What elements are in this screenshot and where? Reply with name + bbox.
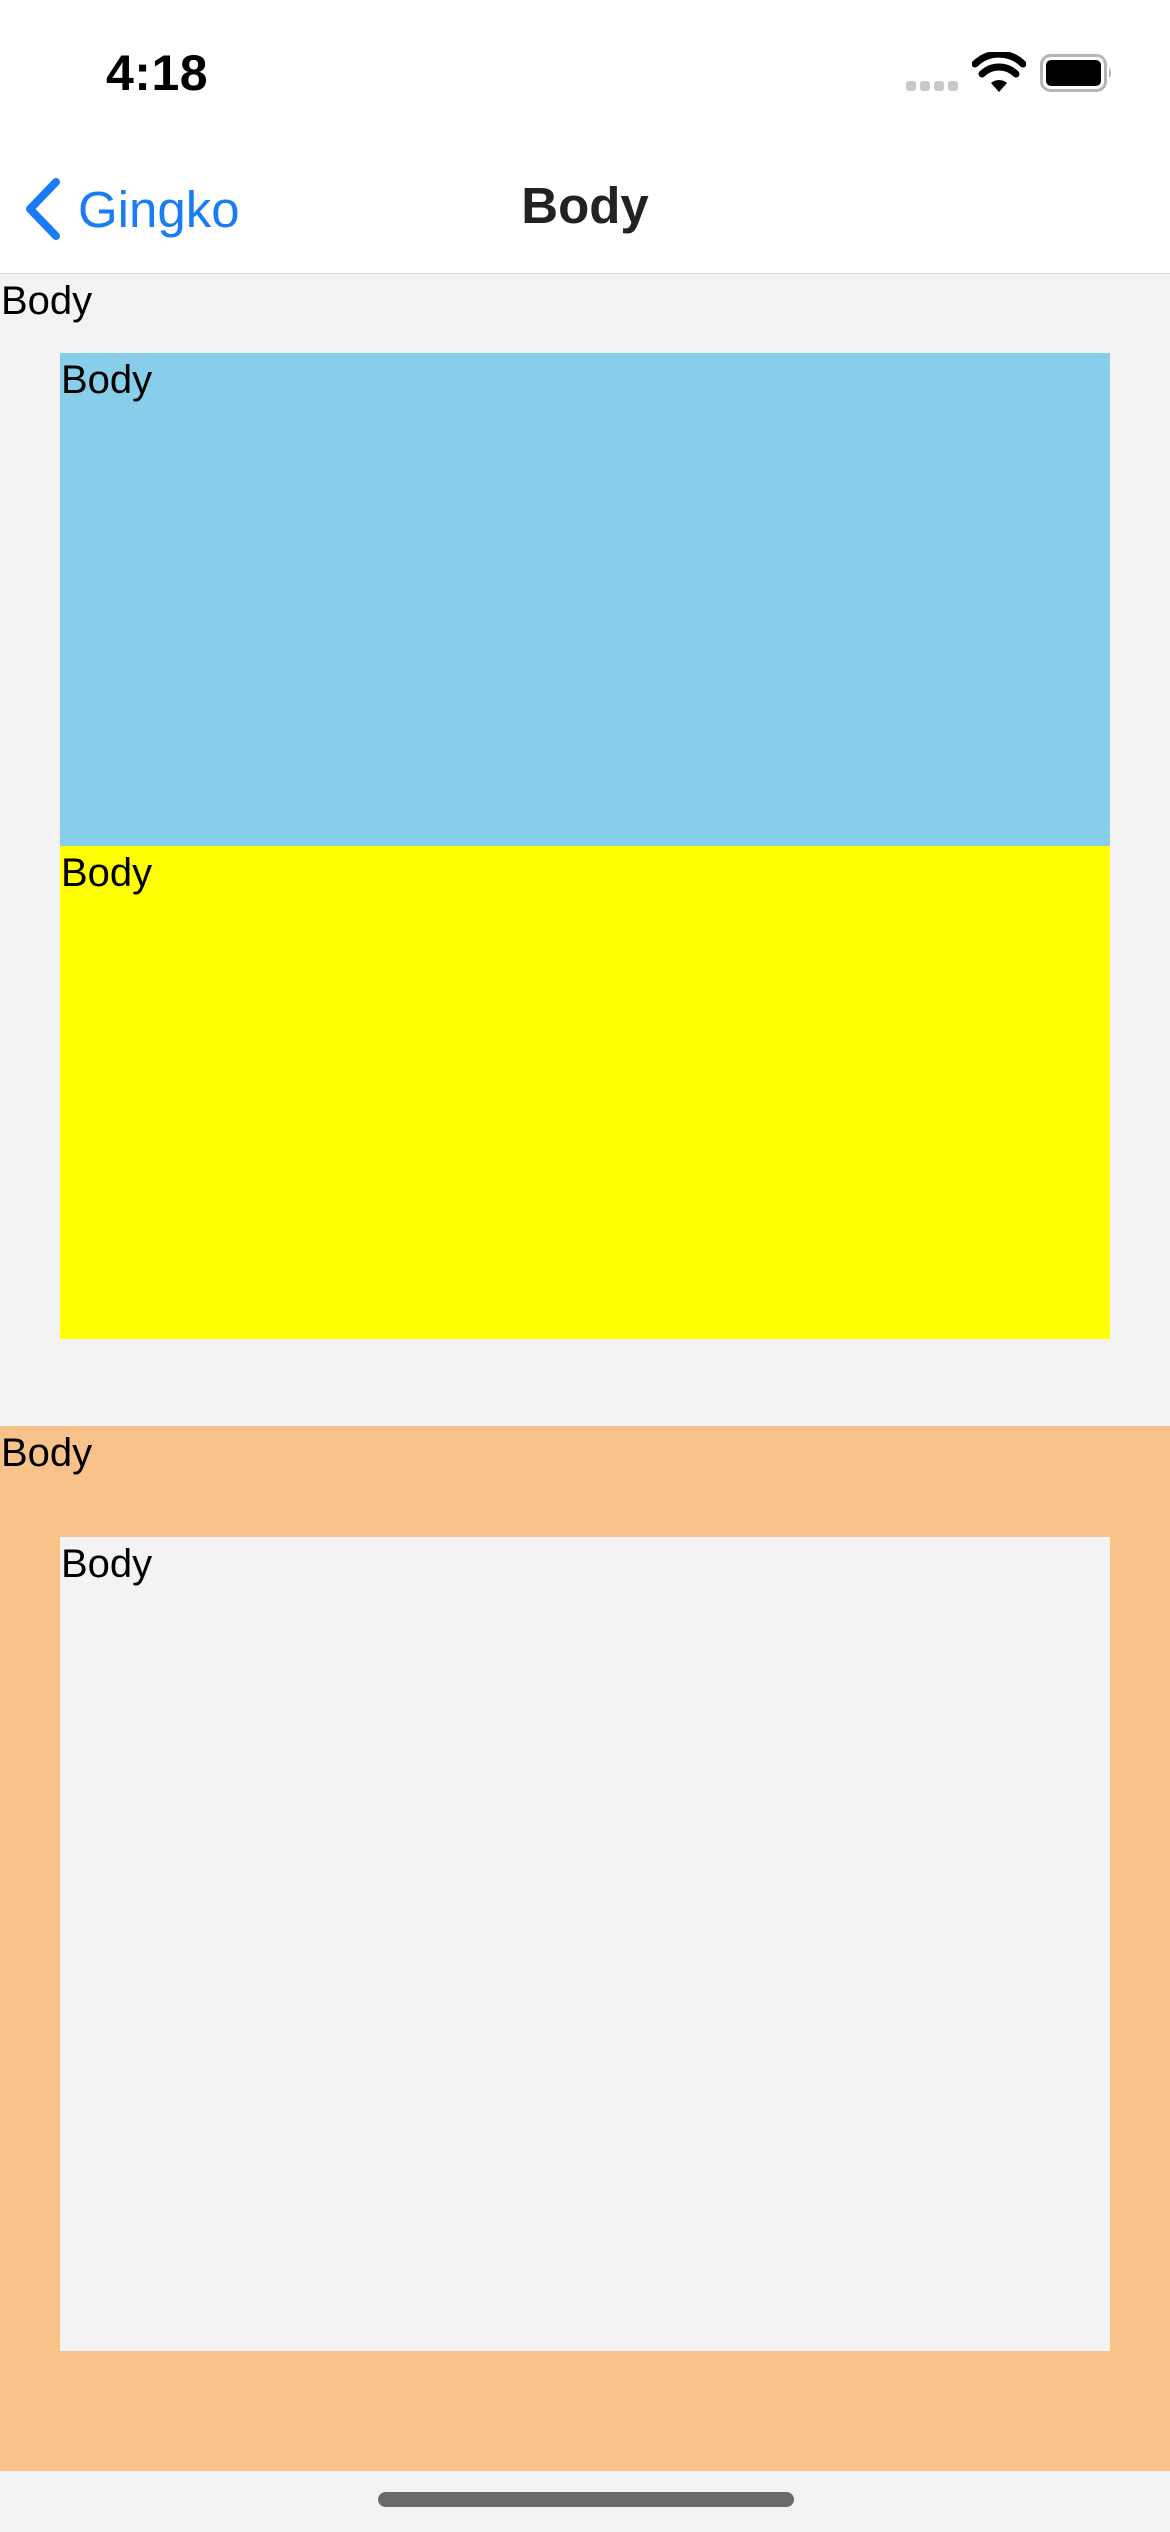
body-section-1-child-yellow-label: Body — [61, 851, 153, 895]
navigation-bar: Gingko Body — [0, 150, 1170, 274]
status-bar: 4:18 — [0, 0, 1170, 150]
status-time: 4:18 — [106, 45, 209, 101]
body-section-1-label: Body — [1, 279, 93, 323]
body-section-1-child-yellow — [60, 846, 1110, 1339]
battery-icon — [1040, 54, 1111, 92]
body-section-2-label: Body — [1, 1431, 93, 1475]
body-section-2-child — [60, 1537, 1110, 2351]
body-section-1-child-blue — [60, 353, 1110, 846]
wifi-icon — [972, 52, 1026, 92]
body-section-1-child-blue-label: Body — [61, 358, 153, 402]
page-title: Body — [521, 177, 649, 234]
home-indicator[interactable] — [378, 2492, 794, 2507]
screen: { "status_bar": { "time": "4:18", "signa… — [0, 0, 1170, 2532]
body-section-2-child-label: Body — [61, 1542, 153, 1586]
cellular-signal-icon — [906, 81, 958, 93]
